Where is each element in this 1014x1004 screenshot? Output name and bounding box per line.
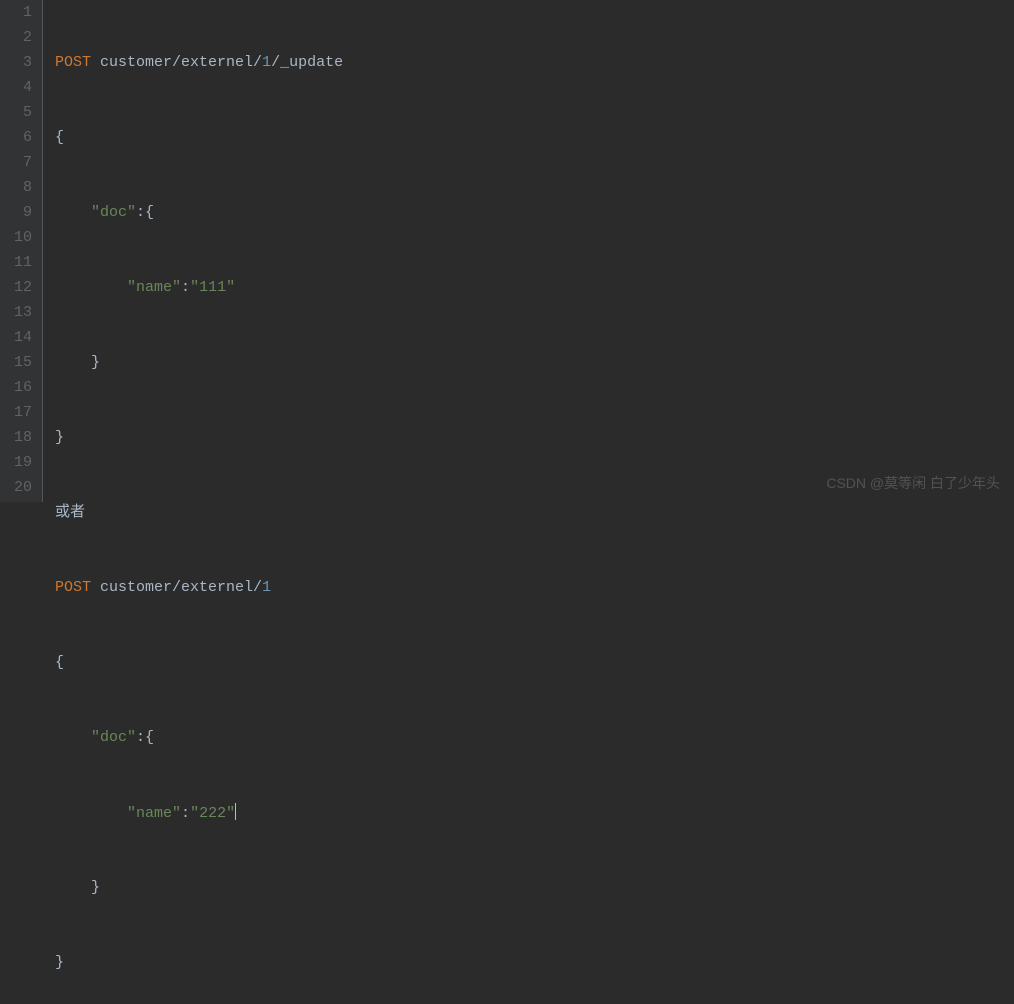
indent	[55, 204, 91, 221]
url-id: 1	[262, 54, 271, 71]
code-line[interactable]: {	[55, 650, 1014, 675]
line-number: 4	[14, 75, 32, 100]
code-line[interactable]: }	[55, 425, 1014, 450]
indent	[55, 354, 91, 371]
brace-open: {	[55, 129, 64, 146]
code-line[interactable]: }	[55, 950, 1014, 975]
url-path: customer/externel/	[91, 579, 262, 596]
line-number: 14	[14, 325, 32, 350]
url-action: /_update	[271, 54, 343, 71]
line-number: 15	[14, 350, 32, 375]
json-key: "name"	[127, 805, 181, 822]
brace-close: }	[55, 429, 64, 446]
code-line[interactable]: POST customer/externel/1/_update	[55, 50, 1014, 75]
json-key: "name"	[127, 279, 181, 296]
json-value: "111"	[190, 279, 235, 296]
colon-brace: :{	[136, 204, 154, 221]
line-number: 10	[14, 225, 32, 250]
text-cursor	[235, 803, 236, 820]
line-number: 6	[14, 125, 32, 150]
line-number: 5	[14, 100, 32, 125]
code-line[interactable]: "doc":{	[55, 200, 1014, 225]
url-id: 1	[262, 579, 271, 596]
code-line[interactable]: {	[55, 125, 1014, 150]
code-area[interactable]: POST customer/externel/1/_update { "doc"…	[43, 0, 1014, 502]
code-line[interactable]: }	[55, 875, 1014, 900]
comment-text: 或者	[55, 504, 85, 521]
brace-close: }	[55, 954, 64, 971]
code-editor[interactable]: 1 2 3 4 5 6 7 8 9 10 11 12 13 14 15 16 1…	[0, 0, 1014, 502]
line-number: 8	[14, 175, 32, 200]
json-key: "doc"	[91, 204, 136, 221]
code-line[interactable]: "doc":{	[55, 725, 1014, 750]
colon: :	[181, 279, 190, 296]
json-value: "222"	[190, 805, 235, 822]
brace-close: }	[91, 879, 100, 896]
line-number: 13	[14, 300, 32, 325]
http-method: POST	[55, 579, 91, 596]
line-number: 20	[14, 475, 32, 500]
brace-open: {	[55, 654, 64, 671]
line-number: 17	[14, 400, 32, 425]
line-number: 11	[14, 250, 32, 275]
colon-brace: :{	[136, 729, 154, 746]
url-path: customer/externel/	[91, 54, 262, 71]
line-number: 12	[14, 275, 32, 300]
indent	[55, 805, 127, 822]
line-number: 9	[14, 200, 32, 225]
line-number: 18	[14, 425, 32, 450]
json-key: "doc"	[91, 729, 136, 746]
line-number: 16	[14, 375, 32, 400]
indent	[55, 879, 91, 896]
line-number: 19	[14, 450, 32, 475]
code-line[interactable]: 或者	[55, 500, 1014, 525]
code-line[interactable]: }	[55, 350, 1014, 375]
colon: :	[181, 805, 190, 822]
code-line[interactable]: "name":"111"	[55, 275, 1014, 300]
line-number-gutter: 1 2 3 4 5 6 7 8 9 10 11 12 13 14 15 16 1…	[0, 0, 43, 502]
line-number: 7	[14, 150, 32, 175]
code-line[interactable]: POST customer/externel/1	[55, 575, 1014, 600]
http-method: POST	[55, 54, 91, 71]
indent	[55, 729, 91, 746]
brace-close: }	[91, 354, 100, 371]
line-number: 1	[14, 0, 32, 25]
line-number: 2	[14, 25, 32, 50]
indent	[55, 279, 127, 296]
code-line[interactable]: "name":"222"	[55, 800, 1014, 825]
line-number: 3	[14, 50, 32, 75]
